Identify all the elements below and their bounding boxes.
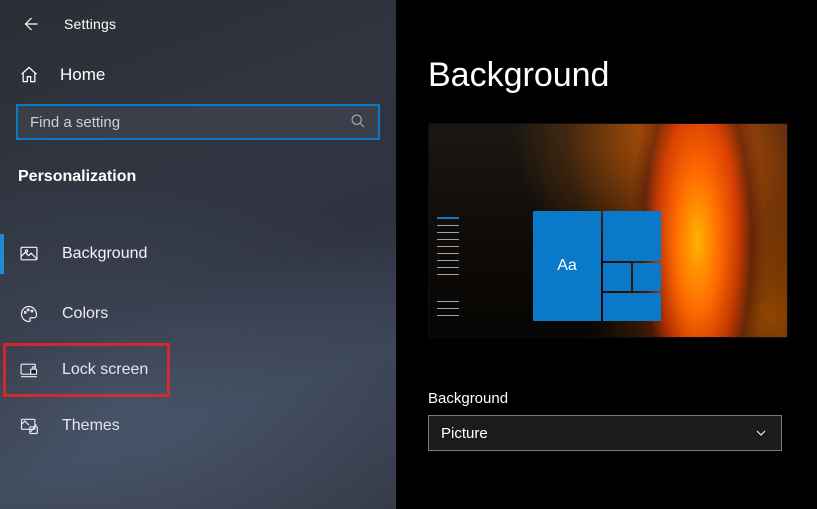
search-icon xyxy=(350,113,368,131)
settings-window: Settings Home Personalization Backgro xyxy=(0,0,817,509)
preview-tile-text: Aa xyxy=(533,211,601,321)
titlebar: Settings xyxy=(0,0,396,44)
background-preview: Aa xyxy=(428,123,788,338)
nav-item-colors[interactable]: Colors xyxy=(0,284,396,344)
palette-icon xyxy=(18,303,40,325)
background-type-dropdown[interactable]: Picture xyxy=(428,415,782,451)
nav-item-background[interactable]: Background xyxy=(0,224,396,284)
page-title: Background xyxy=(428,56,817,95)
search-box[interactable] xyxy=(16,104,380,140)
main-panel: Background Aa xyxy=(396,0,817,509)
preview-start-sim: Aa xyxy=(437,211,612,331)
nav-item-label: Colors xyxy=(62,305,108,323)
nav-item-label: Lock screen xyxy=(62,361,148,379)
background-field-label: Background xyxy=(428,390,817,407)
nav-item-label: Themes xyxy=(62,417,120,435)
back-button[interactable] xyxy=(16,10,44,38)
nav-item-themes[interactable]: Themes xyxy=(0,396,396,456)
sidebar: Settings Home Personalization Backgro xyxy=(0,0,396,509)
home-icon xyxy=(18,64,40,86)
home-label: Home xyxy=(60,65,105,85)
themes-icon xyxy=(18,415,40,437)
arrow-left-icon xyxy=(21,15,39,33)
lock-screen-icon xyxy=(18,359,40,381)
chevron-down-icon xyxy=(753,425,769,441)
home-link[interactable]: Home xyxy=(0,44,396,104)
nav-item-lock-screen[interactable]: Lock screen xyxy=(4,344,169,396)
nav-list: Background Colors Lock screen Themes xyxy=(0,200,396,456)
search-input[interactable] xyxy=(30,114,350,131)
window-title: Settings xyxy=(64,16,116,32)
section-header: Personalization xyxy=(0,140,396,200)
picture-icon xyxy=(18,243,40,265)
dropdown-selected-value: Picture xyxy=(441,425,488,442)
nav-item-label: Background xyxy=(62,245,147,263)
